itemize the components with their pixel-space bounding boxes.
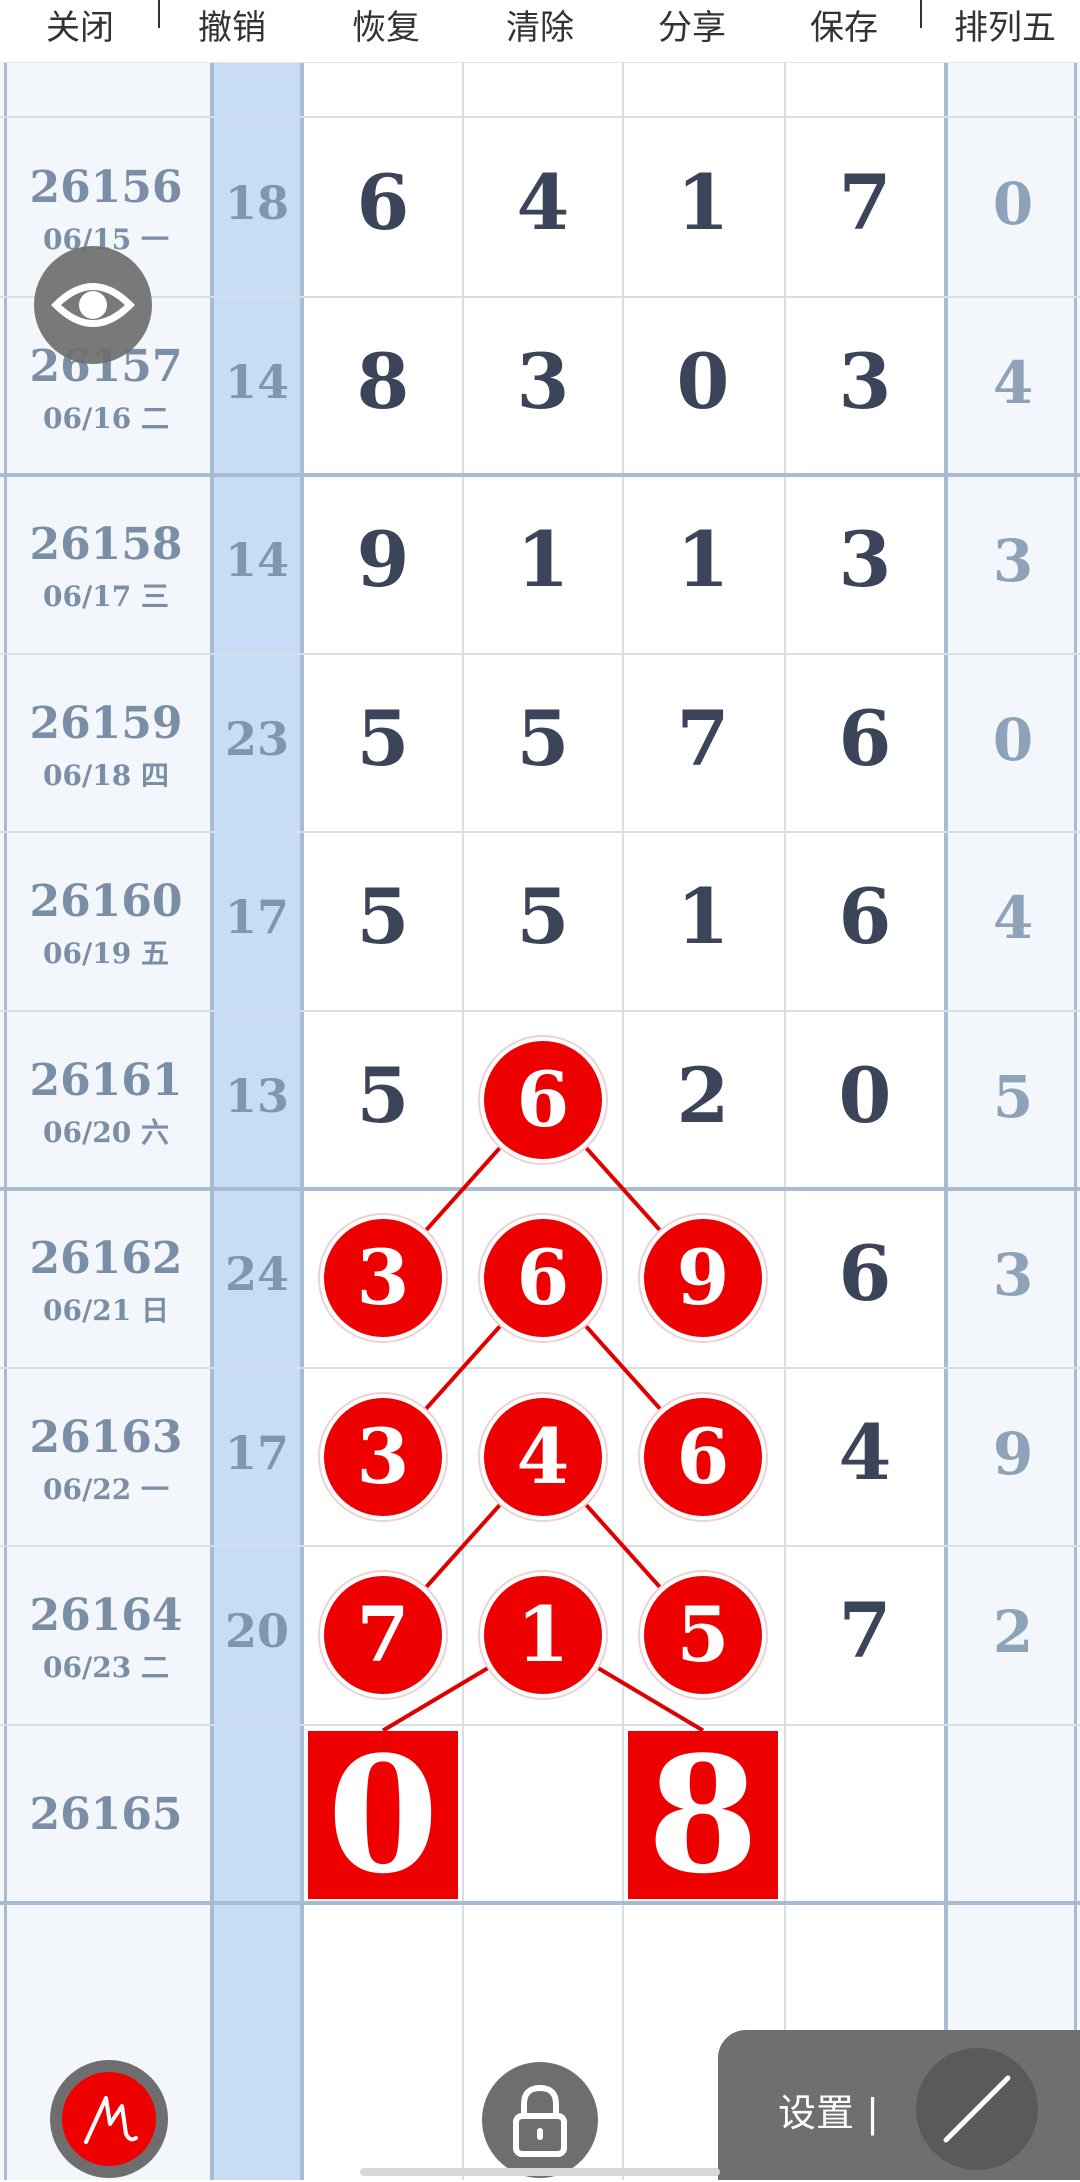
pen-icon: [84, 2096, 138, 2144]
undo-button[interactable]: 撤销: [182, 0, 282, 58]
share-button[interactable]: 分享: [642, 0, 742, 58]
settings-panel: 设置 |: [718, 2030, 1080, 2180]
lottery-type-button[interactable]: 排列五: [940, 0, 1070, 58]
highlighted-digit-ball: 1: [480, 1572, 606, 1699]
prediction-square-left: 0: [308, 1730, 458, 1899]
line-tool-button[interactable]: [916, 2048, 1038, 2170]
highlighted-digit-ball: 9: [640, 1215, 766, 1342]
close-button[interactable]: 关闭: [30, 0, 130, 58]
save-button[interactable]: 保存: [794, 0, 894, 58]
slash-icon: [943, 2075, 1011, 2143]
highlighted-digit-ball: 7: [320, 1572, 446, 1699]
highlighted-digit-ball: 6: [480, 1215, 606, 1342]
clear-button[interactable]: 清除: [490, 0, 590, 58]
visibility-toggle-button[interactable]: [34, 246, 152, 364]
settings-button[interactable]: 设置 |: [778, 2082, 879, 2137]
eye-icon: [51, 283, 135, 327]
pen-button[interactable]: [50, 2060, 168, 2178]
toolbar-divider: [920, 0, 922, 28]
lock-button[interactable]: [482, 2062, 598, 2178]
highlighted-digit-ball: 6: [640, 1393, 766, 1520]
highlighted-digit-ball: 3: [320, 1215, 446, 1342]
highlighted-digit-ball: 6: [480, 1036, 606, 1163]
highlighted-digit-ball: 5: [640, 1572, 766, 1699]
prediction-square-right: 8: [628, 1730, 778, 1899]
chart-grid[interactable]: 26156 06/15 一 18 6 4 1 7 0 26157 06/16 二 14 8 3 0 3 4 26…: [0, 0, 1080, 2180]
redo-button[interactable]: 恢复: [336, 0, 436, 58]
highlighted-digit-ball: 3: [320, 1393, 446, 1520]
toolbar-divider: [158, 0, 160, 28]
home-indicator: [360, 2168, 720, 2176]
lock-icon: [513, 2084, 567, 2157]
top-toolbar: 关闭 撤销 恢复 清除 分享 保存 排列五: [0, 0, 1080, 63]
highlighted-digit-ball: 4: [480, 1393, 606, 1520]
